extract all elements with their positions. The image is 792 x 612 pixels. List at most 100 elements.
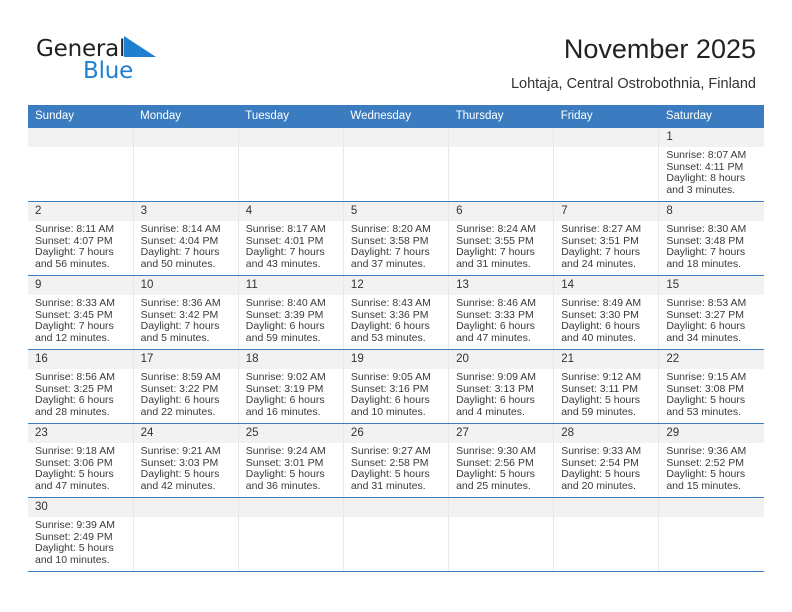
day-number: 19 bbox=[343, 350, 449, 369]
day-sun-info: Sunrise: 8:40 AM Sunset: 3:39 PM Daylight:… bbox=[239, 295, 343, 344]
day-sun-info: Sunrise: 9:30 AM Sunset: 2:56 PM Daylight:… bbox=[449, 443, 553, 492]
calendar-day-cell[interactable]: 27 Sunrise: 9:30 AM Sunset: 2:56 PM Dayligh… bbox=[448, 423, 555, 498]
calendar-day-cell[interactable]: 30 Sunrise: 9:39 AM Sunset: 2:49 PM Dayligh… bbox=[28, 497, 134, 572]
sunrise-time: Sunrise: 9:05 AM bbox=[350, 371, 431, 383]
day-cell-inner: 5 Sunrise: 8:20 AM Sunset: 3:58 PM Daylight… bbox=[343, 202, 449, 275]
day-sun-info: Sunrise: 8:07 AM Sunset: 4:11 PM Daylight:… bbox=[659, 147, 764, 196]
day-sun-info: Sunrise: 8:59 AM Sunset: 3:22 PM Daylight:… bbox=[134, 369, 238, 418]
day-number: 21 bbox=[554, 350, 659, 369]
daylight-duration-line2: and 16 minutes. bbox=[245, 405, 321, 418]
general-blue-logo[interactable]: General Blue bbox=[36, 36, 236, 92]
calendar-page: General Blue November 2025 Lohtaja, Cent… bbox=[0, 0, 792, 612]
calendar-week-row: 2 Sunrise: 8:11 AM Sunset: 4:07 PM Daylight… bbox=[28, 201, 764, 276]
day-number: 10 bbox=[133, 276, 238, 295]
day-number: 7 bbox=[554, 202, 659, 221]
calendar-day-cell[interactable]: 1 Sunrise: 8:07 AM Sunset: 4:11 PM Daylight… bbox=[658, 128, 764, 202]
daylight-duration-line2: and 37 minutes. bbox=[350, 257, 426, 270]
day-cell-inner: 27 Sunrise: 9:30 AM Sunset: 2:56 PM Dayligh… bbox=[449, 424, 554, 497]
daylight-duration-line2: and 47 minutes. bbox=[456, 331, 531, 344]
day-number bbox=[133, 128, 238, 147]
daylight-duration-line2: and 5 minutes. bbox=[140, 331, 210, 344]
sunrise-time: Sunrise: 8:40 AM bbox=[245, 297, 326, 309]
day-cell-inner: 2 Sunrise: 8:11 AM Sunset: 4:07 PM Daylight… bbox=[28, 202, 133, 275]
day-cell-inner: 18 Sunrise: 9:02 AM Sunset: 3:19 PM Dayligh… bbox=[238, 350, 343, 423]
calendar-day-cell[interactable]: 20 Sunrise: 9:09 AM Sunset: 3:13 PM Dayligh… bbox=[448, 349, 555, 424]
daylight-duration-line2: and 59 minutes. bbox=[245, 331, 321, 344]
sunrise-time: Sunrise: 8:53 AM bbox=[666, 297, 747, 309]
calendar-week-row: 1 Sunrise: 8:07 AM Sunset: 4:11 PM Daylight… bbox=[28, 128, 764, 202]
sunrise-time: Sunrise: 8:30 AM bbox=[666, 223, 747, 235]
day-number: 8 bbox=[659, 202, 764, 221]
day-number: 14 bbox=[554, 276, 659, 295]
day-cell-inner: 4 Sunrise: 8:17 AM Sunset: 4:01 PM Daylight… bbox=[238, 202, 343, 275]
daylight-duration-line2: and 50 minutes. bbox=[140, 257, 216, 270]
day-cell-inner: 21 Sunrise: 9:12 AM Sunset: 3:11 PM Dayligh… bbox=[554, 350, 659, 423]
calendar-day-cell[interactable]: 8 Sunrise: 8:30 AM Sunset: 3:48 PM Daylight… bbox=[658, 201, 764, 276]
day-number: 22 bbox=[659, 350, 764, 369]
sunrise-time: Sunrise: 9:30 AM bbox=[456, 445, 537, 457]
calendar-cell-empty bbox=[133, 128, 239, 202]
calendar-day-cell[interactable]: 3 Sunrise: 8:14 AM Sunset: 4:04 PM Daylight… bbox=[133, 201, 239, 276]
calendar-week-row: 9 Sunrise: 8:33 AM Sunset: 3:45 PM Daylight… bbox=[28, 275, 764, 350]
day-cell-inner: 20 Sunrise: 9:09 AM Sunset: 3:13 PM Dayligh… bbox=[449, 350, 554, 423]
calendar-day-cell[interactable]: 29 Sunrise: 9:36 AM Sunset: 2:52 PM Dayligh… bbox=[658, 423, 764, 498]
day-sun-info: Sunrise: 9:36 AM Sunset: 2:52 PM Daylight:… bbox=[659, 443, 764, 492]
day-cell-inner bbox=[343, 128, 449, 201]
calendar-day-cell[interactable]: 17 Sunrise: 8:59 AM Sunset: 3:22 PM Dayligh… bbox=[133, 349, 239, 424]
daylight-duration-line2: and 42 minutes. bbox=[140, 479, 216, 492]
calendar-day-cell[interactable]: 12 Sunrise: 8:43 AM Sunset: 3:36 PM Dayligh… bbox=[343, 275, 450, 350]
daylight-duration-line2: and 12 minutes. bbox=[35, 331, 110, 344]
sunrise-time: Sunrise: 9:39 AM bbox=[35, 519, 115, 531]
sunrise-time: Sunrise: 8:17 AM bbox=[245, 223, 326, 235]
day-number: 12 bbox=[343, 276, 449, 295]
calendar-day-cell[interactable]: 21 Sunrise: 9:12 AM Sunset: 3:11 PM Dayligh… bbox=[553, 349, 660, 424]
calendar-day-cell[interactable]: 24 Sunrise: 9:21 AM Sunset: 3:03 PM Dayligh… bbox=[133, 423, 239, 498]
calendar-day-cell[interactable]: 23 Sunrise: 9:18 AM Sunset: 3:06 PM Dayligh… bbox=[28, 423, 134, 498]
day-cell-inner: 25 Sunrise: 9:24 AM Sunset: 3:01 PM Dayligh… bbox=[238, 424, 343, 497]
calendar-cell-empty bbox=[553, 128, 660, 202]
calendar-day-cell[interactable]: 16 Sunrise: 8:56 AM Sunset: 3:25 PM Dayligh… bbox=[28, 349, 134, 424]
day-cell-inner: 28 Sunrise: 9:33 AM Sunset: 2:54 PM Dayligh… bbox=[554, 424, 659, 497]
calendar-day-cell[interactable]: 22 Sunrise: 9:15 AM Sunset: 3:08 PM Dayligh… bbox=[658, 349, 764, 424]
daylight-duration-line2: and 53 minutes. bbox=[350, 331, 426, 344]
calendar-day-cell[interactable]: 28 Sunrise: 9:33 AM Sunset: 2:54 PM Dayligh… bbox=[553, 423, 660, 498]
sunrise-time: Sunrise: 8:46 AM bbox=[456, 297, 537, 309]
daylight-duration-line2: and 25 minutes. bbox=[456, 479, 531, 492]
page-subtitle: Lohtaja, Central Ostrobothnia, Finland bbox=[510, 76, 756, 92]
logo-text-blue: Blue bbox=[83, 58, 134, 84]
calendar-day-cell[interactable]: 9 Sunrise: 8:33 AM Sunset: 3:45 PM Daylight… bbox=[28, 275, 134, 350]
calendar-day-cell[interactable]: 4 Sunrise: 8:17 AM Sunset: 4:01 PM Daylight… bbox=[238, 201, 344, 276]
calendar-day-cell[interactable]: 19 Sunrise: 9:05 AM Sunset: 3:16 PM Dayligh… bbox=[343, 349, 450, 424]
day-cell-inner bbox=[449, 498, 554, 571]
day-sun-info: Sunrise: 9:02 AM Sunset: 3:19 PM Daylight:… bbox=[239, 369, 343, 418]
calendar-day-cell[interactable]: 5 Sunrise: 8:20 AM Sunset: 3:58 PM Daylight… bbox=[343, 201, 450, 276]
calendar-day-cell[interactable]: 26 Sunrise: 9:27 AM Sunset: 2:58 PM Dayligh… bbox=[343, 423, 450, 498]
calendar-day-cell[interactable]: 18 Sunrise: 9:02 AM Sunset: 3:19 PM Dayligh… bbox=[238, 349, 344, 424]
sunrise-time: Sunrise: 8:36 AM bbox=[140, 297, 221, 309]
day-number bbox=[554, 498, 659, 517]
sunrise-time: Sunrise: 8:43 AM bbox=[350, 297, 431, 309]
day-cell-inner: 29 Sunrise: 9:36 AM Sunset: 2:52 PM Dayligh… bbox=[659, 424, 764, 497]
calendar-day-cell[interactable]: 25 Sunrise: 9:24 AM Sunset: 3:01 PM Dayligh… bbox=[238, 423, 344, 498]
calendar-day-cell[interactable]: 13 Sunrise: 8:46 AM Sunset: 3:33 PM Dayligh… bbox=[448, 275, 555, 350]
day-cell-inner bbox=[133, 128, 238, 201]
sunrise-time: Sunrise: 8:24 AM bbox=[456, 223, 537, 235]
day-number: 17 bbox=[133, 350, 238, 369]
day-number bbox=[554, 128, 659, 147]
day-number: 3 bbox=[133, 202, 238, 221]
weekday-header-tuesday: Tuesday bbox=[238, 105, 344, 128]
calendar-day-cell[interactable]: 7 Sunrise: 8:27 AM Sunset: 3:51 PM Daylight… bbox=[553, 201, 660, 276]
calendar-day-cell[interactable]: 11 Sunrise: 8:40 AM Sunset: 3:39 PM Dayligh… bbox=[238, 275, 344, 350]
day-sun-info: Sunrise: 8:56 AM Sunset: 3:25 PM Daylight:… bbox=[28, 369, 133, 418]
calendar-day-cell[interactable]: 2 Sunrise: 8:11 AM Sunset: 4:07 PM Daylight… bbox=[28, 201, 134, 276]
calendar-day-cell[interactable]: 10 Sunrise: 8:36 AM Sunset: 3:42 PM Dayligh… bbox=[133, 275, 239, 350]
calendar-day-cell[interactable]: 14 Sunrise: 8:49 AM Sunset: 3:30 PM Dayligh… bbox=[553, 275, 660, 350]
day-number: 18 bbox=[238, 350, 343, 369]
day-number: 15 bbox=[659, 276, 764, 295]
day-sun-info: Sunrise: 9:24 AM Sunset: 3:01 PM Daylight:… bbox=[239, 443, 343, 492]
calendar-day-cell[interactable]: 15 Sunrise: 8:53 AM Sunset: 3:27 PM Dayligh… bbox=[658, 275, 764, 350]
day-sun-info: Sunrise: 9:21 AM Sunset: 3:03 PM Daylight:… bbox=[134, 443, 238, 492]
sunrise-time: Sunrise: 9:36 AM bbox=[666, 445, 747, 457]
day-cell-inner: 12 Sunrise: 8:43 AM Sunset: 3:36 PM Dayligh… bbox=[343, 276, 449, 349]
calendar-day-cell[interactable]: 6 Sunrise: 8:24 AM Sunset: 3:55 PM Daylight… bbox=[448, 201, 555, 276]
